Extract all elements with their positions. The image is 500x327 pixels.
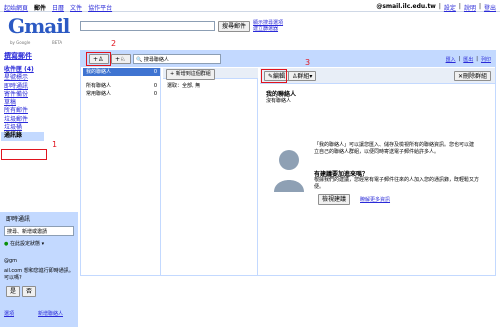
view-suggestions-button[interactable]: 檢視建議	[318, 194, 351, 205]
nav-list: 收件匣 (4) 星號標示 即時通訊 寄件備份 草稿 所有郵件 垃圾郵件 垃圾桶 …	[1, 66, 47, 141]
nav-sent[interactable]: 寄件備份	[4, 91, 47, 99]
learn-more-link[interactable]: 瞭解更多資訊	[360, 196, 390, 203]
add-group-icon: +♘	[115, 56, 126, 63]
contacts-panel: +♙ +♘ 🔍 搜尋聯絡人 匯入 | 匯出 | 列印 2 我的聯絡人 0 所有聯絡…	[80, 39, 496, 276]
group-row[interactable]: 我的聯絡人 0	[83, 68, 160, 76]
status-text: 在此設定狀態	[9, 241, 40, 247]
import-export-links: 匯入 | 匯出 | 列印	[445, 56, 491, 63]
annotation-number-2: 2	[111, 39, 117, 48]
chat-invite-text: ail.com 想和您進行即時通訊。可以嗎?	[4, 268, 74, 281]
contacts-toolbar: +♙ +♘ 🔍 搜尋聯絡人 匯入 | 匯出 | 列印	[81, 51, 495, 67]
nav-starred[interactable]: 星號標示	[4, 74, 47, 82]
detail-subtitle: 沒有聯絡人	[266, 98, 292, 104]
chat-yes-button[interactable]: 是	[6, 286, 21, 297]
contacts-search[interactable]: 🔍 搜尋聯絡人	[133, 54, 221, 64]
list-bar: + 新增到這個群組	[163, 68, 258, 80]
print-link[interactable]: 列印	[481, 56, 491, 63]
create-filter-link[interactable]: 建立篩選器	[253, 26, 283, 32]
quick-contacts: 即時通訊 搜尋、新增或邀請 ● 在此設定狀態 ▾ @gm ail.com 想和您…	[0, 212, 78, 327]
chevron-down-icon: ▾	[309, 73, 313, 80]
chevron-down-icon: ▾	[41, 241, 45, 247]
mail-search-row: 搜尋郵件 顯示搜尋選項 建立篩選器	[80, 20, 283, 32]
groups-button[interactable]: ♙群組▾	[288, 71, 317, 81]
annotation-box-2	[86, 52, 111, 66]
add-to-group-button[interactable]: + 新增到這個群組	[166, 69, 215, 80]
import-link[interactable]: 匯入	[446, 56, 456, 63]
logo-by: by Google	[10, 40, 31, 45]
group-row[interactable]: 常用聯絡人 0	[83, 90, 160, 98]
status-dot-icon: ●	[4, 241, 9, 247]
nav-calendar[interactable]: 日曆	[52, 3, 64, 12]
delete-group-button[interactable]: ✕刪除群組	[453, 71, 491, 81]
nav-spam[interactable]: 垃圾郵件	[4, 116, 47, 124]
group-row[interactable]: 所有聯絡人 0	[83, 82, 160, 90]
top-bar: 起始網頁 郵件 日曆 文件 協作平台 @smail.ilc.edu.tw | 設…	[0, 0, 500, 12]
nav-home[interactable]: 起始網頁	[4, 3, 28, 12]
quick-contacts-search[interactable]: 搜尋、新增或邀請	[4, 226, 74, 236]
chat-no-button[interactable]: 否	[22, 286, 37, 297]
annotation-number-3: 3	[305, 58, 311, 67]
chat-user[interactable]: @gm	[4, 258, 17, 264]
suggestion-text: 根據我們的建議，您經常有電子郵件往來的人加入您的通訊錄，既輕鬆又方便。	[314, 177, 480, 190]
settings-link[interactable]: 設定	[444, 3, 456, 12]
select-all-none[interactable]: 選取：全部, 無	[167, 82, 200, 89]
mail-search-input[interactable]	[80, 21, 215, 31]
nav-contacts[interactable]: 通訊錄	[1, 132, 44, 141]
person-silhouette-icon	[274, 150, 304, 192]
logo-beta: BETA	[52, 40, 63, 45]
annotation-box-3	[261, 69, 287, 83]
contact-detail-panel: ✎編輯 ♙群組▾ ✕刪除群組 3 我的聯絡人 沒有聯絡人 「我的聯絡人」可以讓您…	[260, 58, 495, 275]
top-nav: 起始網頁 郵件 日曆 文件 協作平台	[4, 3, 112, 12]
logo-text: Gmail	[8, 14, 70, 38]
search-options: 顯示搜尋選項 建立篩選器	[253, 20, 283, 32]
groups-panel: 我的聯絡人 0 所有聯絡人 0 常用聯絡人 0	[83, 68, 161, 275]
export-link[interactable]: 匯出	[463, 56, 473, 63]
help-link[interactable]: 說明	[464, 3, 476, 12]
nav-sites[interactable]: 協作平台	[88, 3, 112, 12]
account-email: @smail.ilc.edu.tw	[376, 3, 436, 10]
nav-mail[interactable]: 郵件	[34, 3, 46, 12]
search-mail-button[interactable]: 搜尋郵件	[218, 20, 251, 32]
add-group-button[interactable]: +♘	[111, 54, 131, 64]
annotation-box-1	[1, 149, 47, 160]
add-contact-link[interactable]: 新增聯絡人	[38, 310, 63, 317]
quick-contacts-header: 即時通訊	[6, 216, 31, 223]
left-column: 撰寫郵件 收件匣 (4) 星號標示 即時通訊 寄件備份 草稿 所有郵件 垃圾郵件…	[0, 48, 78, 327]
detail-bar: ✎編輯 ♙群組▾ ✕刪除群組	[260, 68, 495, 84]
annotation-number-1: 1	[52, 140, 58, 149]
contact-list-panel: + 新增到這個群組 選取：全部, 無	[163, 68, 258, 275]
compose-link[interactable]: 撰寫郵件	[4, 51, 32, 61]
gmail-logo[interactable]: Gmail by Google BETA	[8, 14, 70, 46]
logout-link[interactable]: 登出	[484, 3, 496, 12]
quick-options-link[interactable]: 選項	[4, 310, 14, 317]
nav-docs[interactable]: 文件	[70, 3, 82, 12]
contacts-info-text: 「我的聯絡人」可以讓您匯入、儲存及檢視所有的聯絡資訊。您也可以建立自己的聯絡人群…	[314, 142, 475, 155]
nav-chats[interactable]: 即時通訊	[4, 83, 47, 91]
search-icon: 🔍	[136, 57, 143, 63]
account-links: @smail.ilc.edu.tw | 設定 | 說明 | 登出	[376, 3, 496, 12]
nav-all-mail[interactable]: 所有郵件	[4, 107, 47, 115]
status-selector[interactable]: ● 在此設定狀態 ▾	[4, 240, 74, 250]
